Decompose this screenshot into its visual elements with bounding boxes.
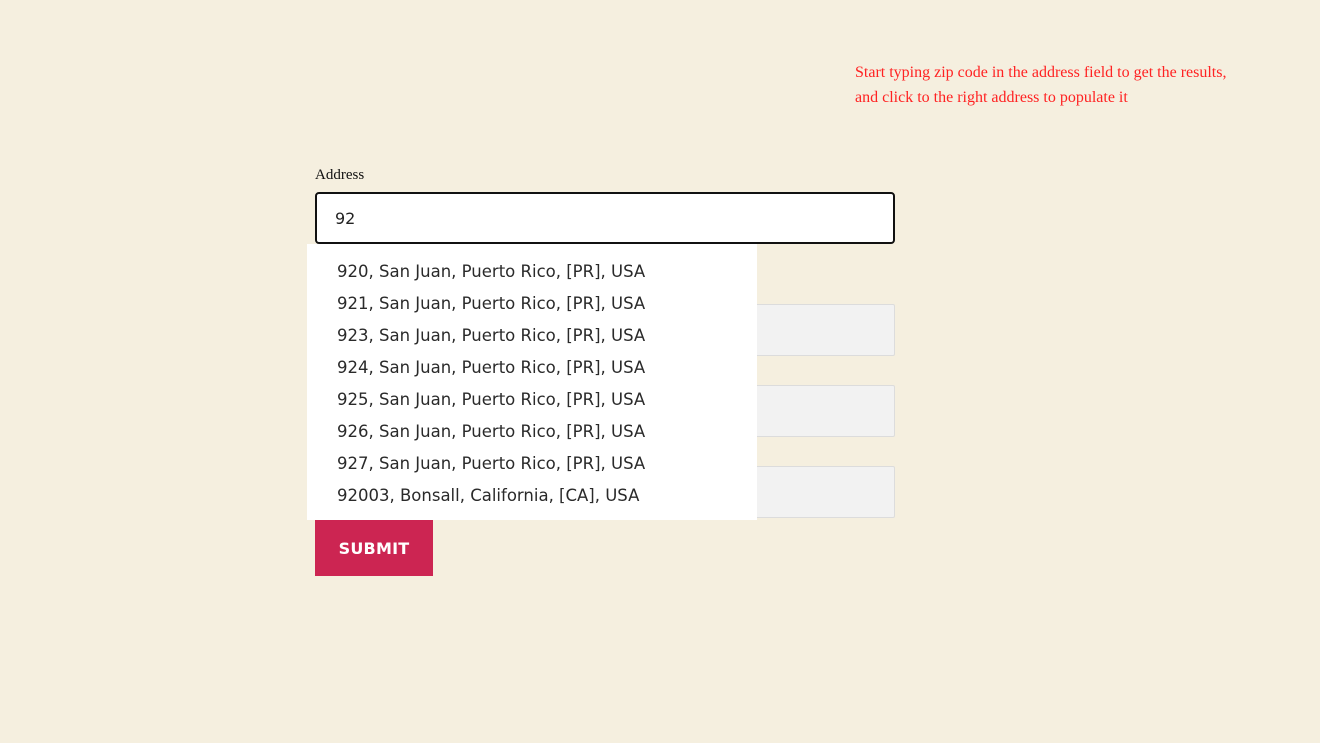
instructions-line-2: and click to the right address to popula… <box>855 89 1128 106</box>
suggestion-item[interactable]: 920, San Juan, Puerto Rico, [PR], USA <box>307 256 757 288</box>
instructions-text: Start typing zip code in the address fie… <box>855 60 1295 110</box>
instructions-line-1: Start typing zip code in the address fie… <box>855 64 1227 81</box>
suggestion-item[interactable]: 924, San Juan, Puerto Rico, [PR], USA <box>307 352 757 384</box>
address-input[interactable] <box>315 192 895 244</box>
address-label: Address <box>315 167 365 183</box>
suggestion-item[interactable]: 926, San Juan, Puerto Rico, [PR], USA <box>307 416 757 448</box>
address-suggestions-dropdown: 920, San Juan, Puerto Rico, [PR], USA 92… <box>307 244 757 520</box>
suggestion-item[interactable]: 927, San Juan, Puerto Rico, [PR], USA <box>307 448 757 480</box>
suggestion-item[interactable]: 923, San Juan, Puerto Rico, [PR], USA <box>307 320 757 352</box>
suggestion-item[interactable]: 92003, Bonsall, California, [CA], USA <box>307 480 757 512</box>
suggestion-item[interactable]: 921, San Juan, Puerto Rico, [PR], USA <box>307 288 757 320</box>
submit-button[interactable]: SUBMIT <box>315 520 433 576</box>
suggestion-item[interactable]: 925, San Juan, Puerto Rico, [PR], USA <box>307 384 757 416</box>
